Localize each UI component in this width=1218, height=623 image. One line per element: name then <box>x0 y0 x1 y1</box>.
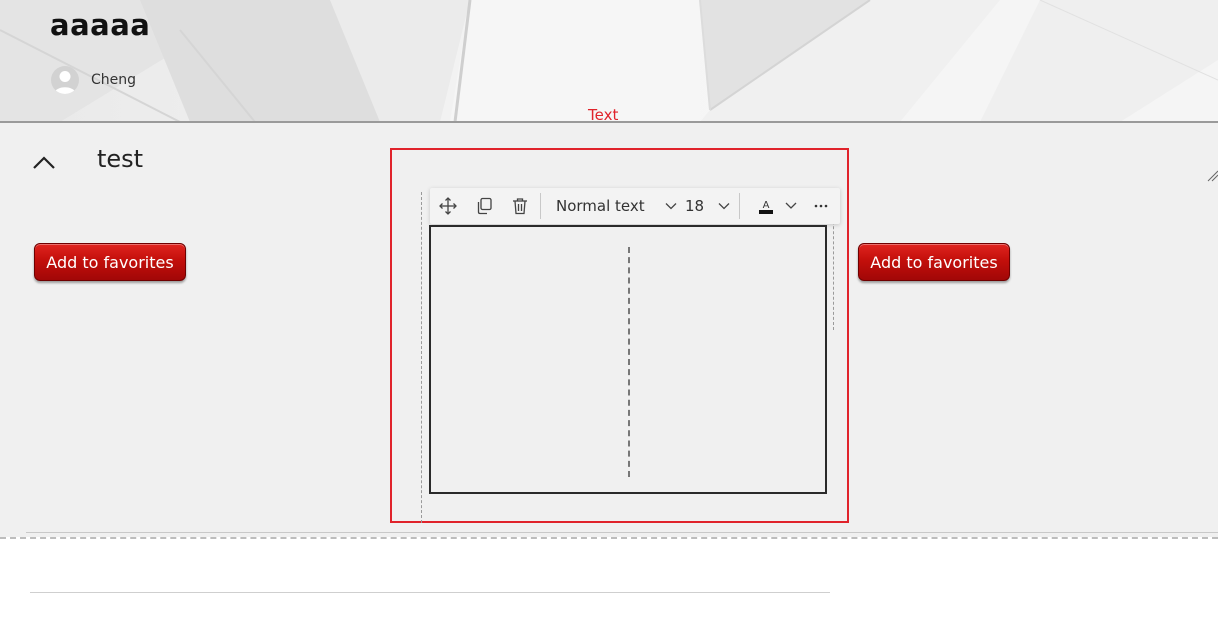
section-divider <box>26 532 1218 533</box>
webpart-type-label: Text <box>588 106 619 124</box>
add-to-favorites-button-right[interactable]: Add to favorites <box>858 243 1010 281</box>
author-name[interactable]: Cheng <box>91 72 136 88</box>
avatar[interactable] <box>51 66 79 94</box>
banner-background-image <box>0 0 1218 122</box>
person-icon <box>54 71 76 94</box>
svg-text:A: A <box>763 200 770 211</box>
trash-icon[interactable] <box>510 196 530 216</box>
text-style-dropdown[interactable]: Normal text <box>556 195 677 217</box>
content-divider <box>30 592 830 593</box>
column-guide-left <box>421 192 422 523</box>
section-collapse-button[interactable] <box>30 150 58 174</box>
toolbar-divider <box>739 193 740 219</box>
page-title: aaaaa <box>50 8 151 42</box>
text-style-value: Normal text <box>556 197 645 215</box>
chevron-down-icon <box>718 203 730 210</box>
resize-grip-icon[interactable] <box>1206 168 1218 182</box>
more-icon[interactable] <box>811 196 831 216</box>
page-header-banner: aaaaa Cheng <box>0 0 1218 122</box>
font-color-button[interactable]: A <box>756 196 804 216</box>
toolbar-divider <box>540 193 541 219</box>
chevron-up-icon <box>33 156 55 169</box>
chevron-down-icon <box>665 203 677 210</box>
font-size-dropdown[interactable]: 18 <box>685 195 730 217</box>
add-to-favorites-button[interactable]: Add to favorites <box>34 243 186 281</box>
section-title[interactable]: test <box>97 145 143 173</box>
text-editor-area[interactable] <box>429 225 827 494</box>
section-boundary <box>0 537 1218 539</box>
move-icon[interactable] <box>438 196 458 216</box>
font-size-value: 18 <box>685 197 705 215</box>
duplicate-icon[interactable] <box>474 196 494 216</box>
text-cursor <box>628 247 630 477</box>
author-byline[interactable]: Cheng <box>51 66 136 94</box>
chevron-down-icon <box>785 202 797 209</box>
text-webpart-toolbar: Normal text 18 A <box>430 188 840 224</box>
font-color-icon: A <box>759 200 773 214</box>
